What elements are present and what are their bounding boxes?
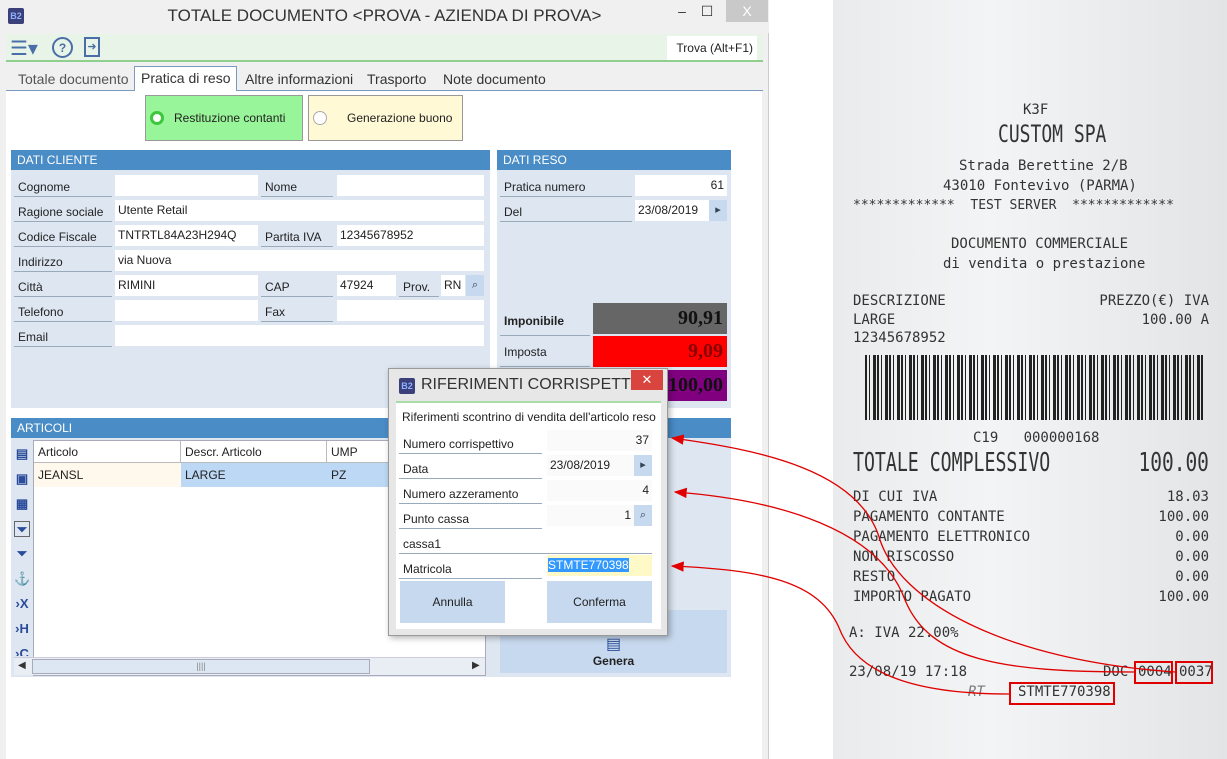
arrow-doc-number [670,434,1176,673]
arrow-serial [670,561,1010,695]
annotation-arrows [670,434,1176,695]
arrow-z-number [673,487,1135,673]
